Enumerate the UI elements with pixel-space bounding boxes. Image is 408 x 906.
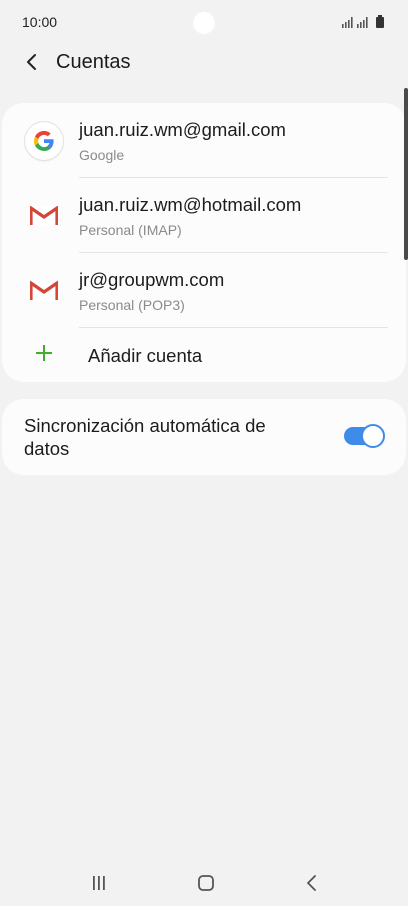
google-icon [25,122,63,160]
plus-icon [36,345,52,361]
camera-cutout [193,12,215,34]
back-icon [307,875,316,891]
chevron-left-icon [27,54,36,70]
account-type: Google [79,147,125,163]
toggle-knob [361,424,385,448]
accounts-card: juan.ruiz.wm@gmail.com Google juan.ruiz.… [2,103,406,382]
account-row-groupwm[interactable]: jr@groupwm.com Personal (POP3) [2,253,406,328]
status-bar: 10:00 [0,0,408,44]
status-time: 10:00 [22,14,58,30]
gmail-icon [30,206,58,226]
add-account-button[interactable]: Añadir cuenta [2,328,406,382]
account-email: juan.ruiz.wm@hotmail.com [79,194,302,215]
account-row-gmail[interactable]: juan.ruiz.wm@gmail.com Google [2,103,406,178]
navigation-bar [0,858,408,906]
scroll-indicator [404,88,408,260]
account-row-hotmail[interactable]: juan.ruiz.wm@hotmail.com Personal (IMAP) [2,178,406,253]
home-button[interactable] [186,868,226,898]
battery-icon [376,15,384,28]
add-account-label: Añadir cuenta [88,345,203,366]
sync-label: Sincronización automática de datos [24,415,266,459]
gmail-icon [30,281,58,301]
recents-button[interactable] [79,868,119,898]
page-title: Cuentas [56,51,131,73]
app-header: Cuentas [0,44,408,84]
sync-card: Sincronización automática de datos [2,399,406,475]
account-type: Personal (IMAP) [79,222,182,238]
home-icon [198,875,214,891]
account-email: jr@groupwm.com [79,269,225,290]
recents-icon [93,876,105,890]
nav-back-button[interactable] [292,868,332,898]
account-email: juan.ruiz.wm@gmail.com [79,119,286,140]
sync-toggle[interactable] [344,424,385,448]
status-icons [342,15,384,28]
cell-signal-icon [357,17,368,28]
account-type: Personal (POP3) [79,297,185,313]
wifi-signal-icon [342,17,353,28]
back-button[interactable] [20,50,44,74]
